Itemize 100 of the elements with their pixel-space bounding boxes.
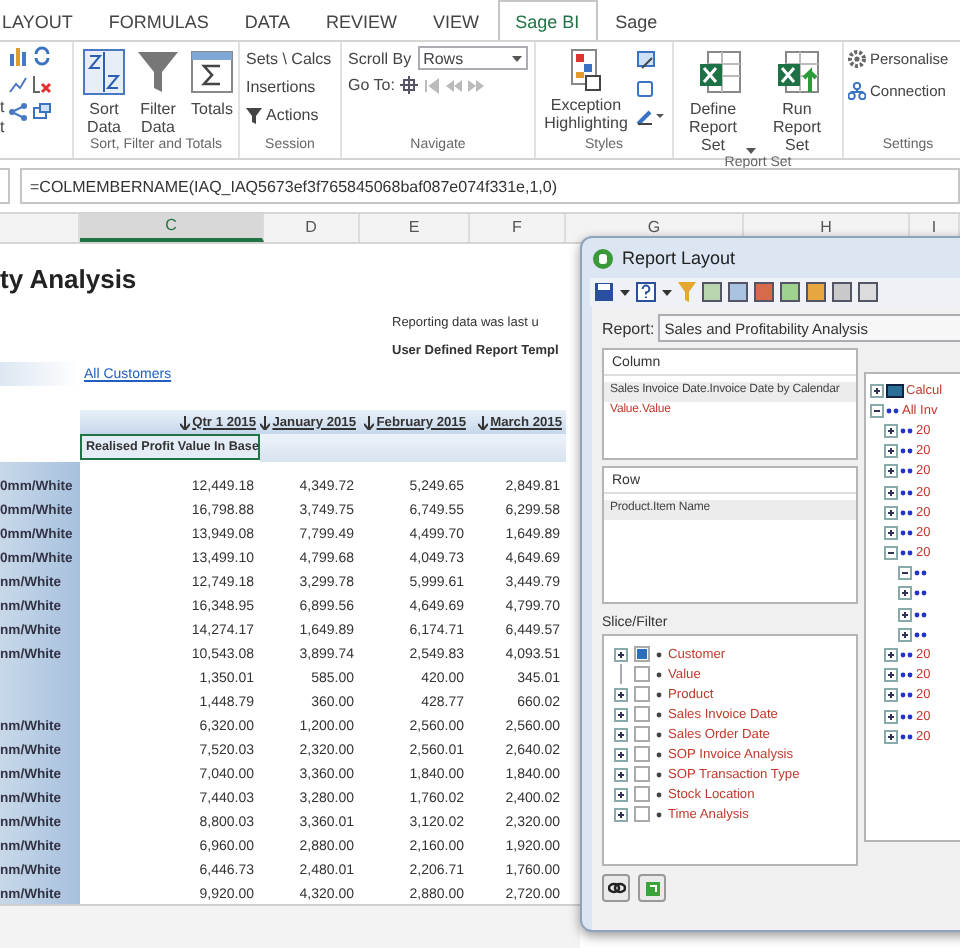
sort-icon [82,48,126,96]
dots-icon [914,611,928,618]
refresh-icon [643,879,661,897]
checkbox[interactable] [634,706,650,722]
ribbon-button[interactable]: Totals [188,46,236,138]
checkbox[interactable] [634,766,650,782]
formula-field[interactable]: =COLMEMBERNAME(IAQ_IAQ5673ef3f765845068baf087e074f331e,1,0) [20,168,960,204]
ribbon-tab[interactable]: FORMULAS [90,0,227,40]
sigma-table-icon [190,48,234,96]
caret-icon [746,148,756,154]
checkbox[interactable] [634,726,650,742]
funnel-icon [678,282,696,302]
share-nodes-icon [8,102,29,122]
dots-icon [886,407,900,414]
line-chart-icon [8,74,29,94]
plus-box-icon [898,586,912,601]
down-arrow-icon [260,415,271,429]
plus-box-icon [898,627,912,642]
ribbon-button[interactable]: Define Report Set [680,46,758,156]
caret-icon [662,289,672,295]
plus-box-icon [898,607,912,622]
checkbox[interactable] [634,686,650,702]
down-arrow-icon [478,415,489,429]
dots-icon [914,590,928,597]
report-title: ty Analysis [0,264,137,294]
field-label: Scroll By [348,49,412,67]
plus-box-icon [884,525,898,540]
dots-icon [900,529,914,536]
checkbox[interactable] [634,646,650,662]
ribbon-button[interactable]: Sort Data [80,46,128,138]
monitor-icon [886,383,904,398]
dots-icon [900,489,914,496]
app-logo-icon [592,247,614,269]
scroll-by-dropdown[interactable]: Rows [417,46,528,70]
plus-box-icon [614,687,628,701]
dots-icon [900,652,914,659]
column-header[interactable]: C [80,214,264,242]
bullet-icon [656,651,662,657]
bullet-icon [656,771,662,777]
ribbon-button-label[interactable]: t [0,117,5,135]
ribbon-tab[interactable]: VIEW [415,0,498,40]
link-button[interactable] [602,874,630,902]
previous-icon [446,77,463,93]
eraser-icon [636,78,656,98]
plus-box-icon [870,383,884,398]
checkbox[interactable] [634,786,650,802]
ribbon-button[interactable]: Actions [246,102,334,128]
funnel-icon [246,107,262,123]
bullet-icon [656,691,662,697]
plus-box-icon [614,787,628,801]
plus-box-icon [884,688,898,703]
down-arrow-icon [180,415,191,429]
network-icon [848,82,866,100]
bullet-icon [656,731,662,737]
field-label: Report: [602,319,655,337]
plus-box-icon [614,807,628,821]
spreadsheet-icon [697,48,741,96]
minus-box-icon [870,403,884,418]
ribbon-tab[interactable]: Sage BI [497,0,598,40]
ribbon-tab[interactable]: LAYOUT [0,0,91,40]
plus-box-icon [884,444,898,459]
dots-icon [900,550,914,557]
ribbon-button[interactable]: Sets \ Calcs [246,46,334,72]
bullet-icon [656,751,662,757]
plus-box-icon [884,505,898,520]
ribbon-tab[interactable]: DATA [226,0,309,40]
plus-box-icon [614,647,628,661]
minus-box-icon [898,566,912,581]
plus-box-icon [614,727,628,741]
down-arrow-icon [364,415,375,429]
highlight-table-icon [570,48,602,92]
brush-icon [636,106,664,126]
help-icon [636,282,656,302]
paint-icon [636,50,656,70]
ribbon-tab[interactable]: REVIEW [308,0,416,40]
plus-box-icon [614,767,628,781]
gear-icon [848,50,866,68]
checkbox[interactable] [634,666,650,682]
dots-icon [900,448,914,455]
column-header[interactable]: D [264,214,360,242]
dots-icon [900,468,914,475]
checkbox[interactable] [634,806,650,822]
plus-box-icon [614,707,628,721]
ribbon-button-label[interactable]: t [0,97,5,115]
bullet-icon [656,671,662,677]
plus-box-icon [884,709,898,724]
ribbon-button[interactable]: Exception Highlighting [542,46,630,138]
dots-icon [914,631,928,638]
next-icon [468,77,485,93]
column-header[interactable]: F [470,214,566,242]
ribbon-button[interactable]: Filter Data [134,46,182,138]
plus-box-icon [884,668,898,683]
ribbon-button[interactable]: Run Report Set [758,46,836,156]
field-label: Go To: [348,76,395,94]
dots-icon [900,733,914,740]
ribbon-button[interactable]: Insertions [246,74,334,100]
column-header[interactable]: E [360,214,470,242]
delete-icon [32,74,53,94]
ribbon-tab[interactable]: Sage [597,0,676,40]
checkbox[interactable] [634,746,650,762]
